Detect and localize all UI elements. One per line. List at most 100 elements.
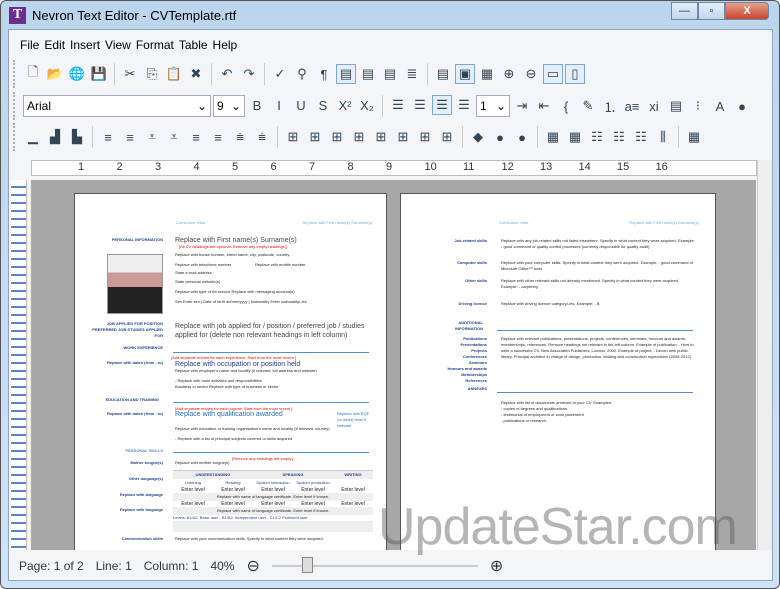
insert-e-icon[interactable]: ⊞ xyxy=(371,127,391,147)
border-bottom-icon[interactable]: ▁ xyxy=(23,127,43,147)
new-document-icon[interactable]: 🗋 xyxy=(23,64,43,84)
web-view-icon[interactable]: ▦ xyxy=(477,64,497,84)
horizontal-ruler-icon[interactable]: ▭ xyxy=(543,64,563,84)
columns-icon[interactable]: ⫼ xyxy=(653,127,673,147)
page-layout-icon[interactable]: ▤ xyxy=(336,64,356,84)
font-icon[interactable]: A xyxy=(710,96,730,116)
italic-icon[interactable]: I xyxy=(269,95,289,115)
superscript-icon[interactable]: X² xyxy=(335,95,355,115)
print-view-icon[interactable]: ▣ xyxy=(455,64,475,84)
vertical-ruler[interactable] xyxy=(11,180,27,550)
delete-cells-icon[interactable]: ☷ xyxy=(631,127,651,147)
paragraph-icon[interactable]: ▤ xyxy=(666,96,686,116)
calendar-icon[interactable]: ▦ xyxy=(684,127,704,147)
zoom-slider[interactable] xyxy=(271,557,478,573)
spacing-f-icon[interactable]: ⩧ xyxy=(252,127,272,147)
copy-icon[interactable]: ⎘ xyxy=(142,64,162,84)
pilcrow-icon[interactable]: ¶ xyxy=(314,64,334,84)
strikethrough-icon[interactable]: S xyxy=(313,95,333,115)
bold-icon[interactable]: B xyxy=(247,95,267,115)
horizontal-ruler[interactable]: 1 2 3 4 5 6 7 8 9 10 11 12 13 14 15 16 xyxy=(31,160,757,176)
align-left-icon[interactable]: ☰ xyxy=(388,95,408,115)
delete-table-icon[interactable]: ▦ xyxy=(565,127,585,147)
roman-list-icon[interactable]: xi xyxy=(644,96,664,116)
increase-indent-icon[interactable]: ⇥ xyxy=(512,96,532,116)
menu-edit[interactable]: Edit xyxy=(44,38,65,52)
page-header-right: Replace with First name(s) Surname(s) xyxy=(629,220,699,225)
zoom-slider-thumb[interactable] xyxy=(301,557,313,573)
insert-row-icon[interactable]: ☷ xyxy=(587,127,607,147)
open-web-icon[interactable]: 🌐 xyxy=(67,64,87,84)
menu-format[interactable]: Format xyxy=(136,38,174,52)
alpha-list-icon[interactable]: a≡ xyxy=(622,96,642,116)
bullet-style-icon[interactable]: { xyxy=(556,96,576,116)
undo-icon[interactable]: ↶ xyxy=(217,64,237,84)
zoom-out-button[interactable]: ⊖ xyxy=(246,556,259,576)
zoom-in-icon[interactable]: ⊕ xyxy=(499,64,519,84)
spellcheck-icon[interactable]: ✓ xyxy=(270,64,290,84)
spacing-d-icon[interactable]: ≡ xyxy=(208,127,228,147)
section-label: Driving licence xyxy=(458,301,487,306)
paste-icon[interactable]: 📋 xyxy=(164,64,184,84)
numbered-list-icon[interactable]: ⒈ xyxy=(600,96,620,116)
menu-insert[interactable]: Insert xyxy=(70,38,100,52)
section-rule xyxy=(497,330,693,331)
align-right-icon[interactable]: ☰ xyxy=(432,95,452,115)
space-before-icon[interactable]: ⩡ xyxy=(142,127,162,147)
close-button[interactable]: X xyxy=(725,2,769,20)
menu-help[interactable]: Help xyxy=(213,38,238,52)
vertical-ruler-icon[interactable]: ▯ xyxy=(565,64,585,84)
font-size-select[interactable]: 9 ⌄ xyxy=(213,95,245,117)
spacing-e-icon[interactable]: ⩧ xyxy=(230,127,250,147)
format-painter-icon[interactable]: ✎ xyxy=(578,96,598,116)
insert-f-icon[interactable]: ⊞ xyxy=(393,127,413,147)
menu-view[interactable]: View xyxy=(105,38,131,52)
insert-g-icon[interactable]: ⊞ xyxy=(415,127,435,147)
color-icon[interactable]: ● xyxy=(732,96,752,116)
section-label: JOB APPLIED FOR POSITION PREFERRED JOB S… xyxy=(92,321,163,338)
maximize-button[interactable]: ▫ xyxy=(698,2,725,20)
font-family-select[interactable]: Arial ⌄ xyxy=(23,95,211,117)
insert-c-icon[interactable]: ⊞ xyxy=(327,127,347,147)
table-icon[interactable]: ▦ xyxy=(543,127,563,147)
delete-icon[interactable]: ✖ xyxy=(186,64,206,84)
border-color-icon[interactable]: ● xyxy=(512,127,532,147)
lines-icon[interactable]: ≣ xyxy=(402,64,422,84)
fill-color-icon[interactable]: ● xyxy=(490,127,510,147)
redo-icon[interactable]: ↷ xyxy=(239,64,259,84)
zoom-out-icon[interactable]: ⊖ xyxy=(521,64,541,84)
normal-view-icon[interactable]: ▤ xyxy=(433,64,453,84)
cut-icon[interactable]: ✂ xyxy=(120,64,140,84)
spacing-c-icon[interactable]: ≡ xyxy=(186,127,206,147)
justify-icon[interactable]: ☰ xyxy=(454,95,474,115)
client-area: File Edit Insert View Format Table Help 🗋 📂 🌐 💾 ✂ ⎘… xyxy=(8,29,773,581)
insert-a-icon[interactable]: ⊞ xyxy=(283,127,303,147)
menu-table[interactable]: Table xyxy=(179,38,208,52)
subscript-icon[interactable]: X₂ xyxy=(357,95,377,115)
space-after-icon[interactable]: ⩡ xyxy=(164,127,184,147)
page2-icon[interactable]: ▤ xyxy=(380,64,400,84)
insert-row2-icon[interactable]: ☷ xyxy=(609,127,629,147)
insert-d-icon[interactable]: ⊞ xyxy=(349,127,369,147)
document-area[interactable]: Curriculum Vitae Replace with First name… xyxy=(31,180,756,550)
indent-b-icon[interactable]: ≡ xyxy=(120,127,140,147)
open-icon[interactable]: 📂 xyxy=(45,64,65,84)
align-center-icon[interactable]: ☰ xyxy=(410,95,430,115)
indent-a-icon[interactable]: ≡ xyxy=(98,127,118,147)
bullet-list-icon[interactable]: ⁝ xyxy=(688,96,708,116)
find-icon[interactable]: ⚲ xyxy=(292,64,312,84)
save-icon[interactable]: 💾 xyxy=(89,64,109,84)
border-left-icon[interactable]: ▙ xyxy=(67,127,87,147)
line-spacing-select[interactable]: 1 ⌄ xyxy=(476,95,510,117)
insert-b-icon[interactable]: ⊞ xyxy=(305,127,325,147)
decrease-indent-icon[interactable]: ⇤ xyxy=(534,96,554,116)
vertical-scrollbar[interactable] xyxy=(757,160,772,550)
fill-icon[interactable]: ◆ xyxy=(468,127,488,147)
menu-file[interactable]: File xyxy=(20,38,39,52)
border-right-icon[interactable]: ▟ xyxy=(45,127,65,147)
minimize-button[interactable]: — xyxy=(671,2,698,20)
insert-h-icon[interactable]: ⊞ xyxy=(437,127,457,147)
underline-icon[interactable]: U xyxy=(291,95,311,115)
zoom-in-button[interactable]: ⊕ xyxy=(490,556,503,576)
page-icon[interactable]: ▤ xyxy=(358,64,378,84)
